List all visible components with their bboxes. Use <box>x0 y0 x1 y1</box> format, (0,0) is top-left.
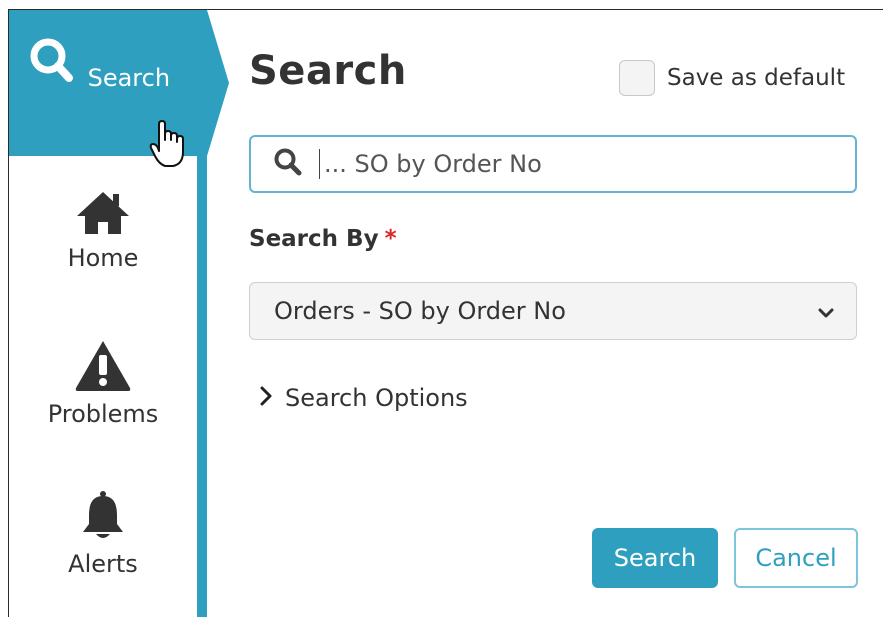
chevron-right-icon <box>259 384 273 412</box>
sidebar-item-label: Alerts <box>68 550 138 578</box>
sidebar-item-problems[interactable]: Problems <box>9 338 197 428</box>
search-button[interactable]: Search <box>592 528 718 588</box>
sidebar-item-label: Problems <box>47 400 159 428</box>
save-as-default-checkbox[interactable] <box>619 60 655 96</box>
search-by-label-text: Search By <box>249 226 379 252</box>
search-options-label: Search Options <box>285 384 468 412</box>
sidebar-item-alerts[interactable]: Alerts <box>9 490 197 578</box>
sidebar: Search Home Problems Alerts <box>9 10 229 617</box>
search-field[interactable] <box>249 135 857 193</box>
search-icon <box>24 38 88 92</box>
search-icon <box>273 147 303 181</box>
required-marker: * <box>384 226 397 252</box>
sidebar-item-search[interactable]: Search <box>9 10 229 156</box>
bell-icon <box>9 490 197 548</box>
search-input[interactable] <box>324 150 824 178</box>
page-title: Search <box>249 48 407 94</box>
save-as-default-label: Save as default <box>667 65 846 91</box>
sidebar-item-label: Search <box>87 64 171 92</box>
search-by-selected-value: Orders - SO by Order No <box>274 297 566 325</box>
app-frame: Search Home Problems Alerts Search Save … <box>8 9 883 617</box>
search-by-select[interactable]: Orders - SO by Order No <box>249 282 857 340</box>
save-as-default-toggle[interactable]: Save as default <box>619 58 845 98</box>
search-by-label: Search By * <box>249 226 397 252</box>
warning-icon <box>9 338 197 398</box>
sidebar-item-label: Home <box>67 244 139 272</box>
text-caret <box>319 149 320 179</box>
home-icon <box>9 188 197 242</box>
hand-pointer-cursor-icon <box>149 120 189 172</box>
search-options-toggle[interactable]: Search Options <box>259 384 468 412</box>
sidebar-item-home[interactable]: Home <box>9 188 197 272</box>
chevron-down-icon <box>818 297 834 325</box>
cancel-button[interactable]: Cancel <box>734 528 858 588</box>
